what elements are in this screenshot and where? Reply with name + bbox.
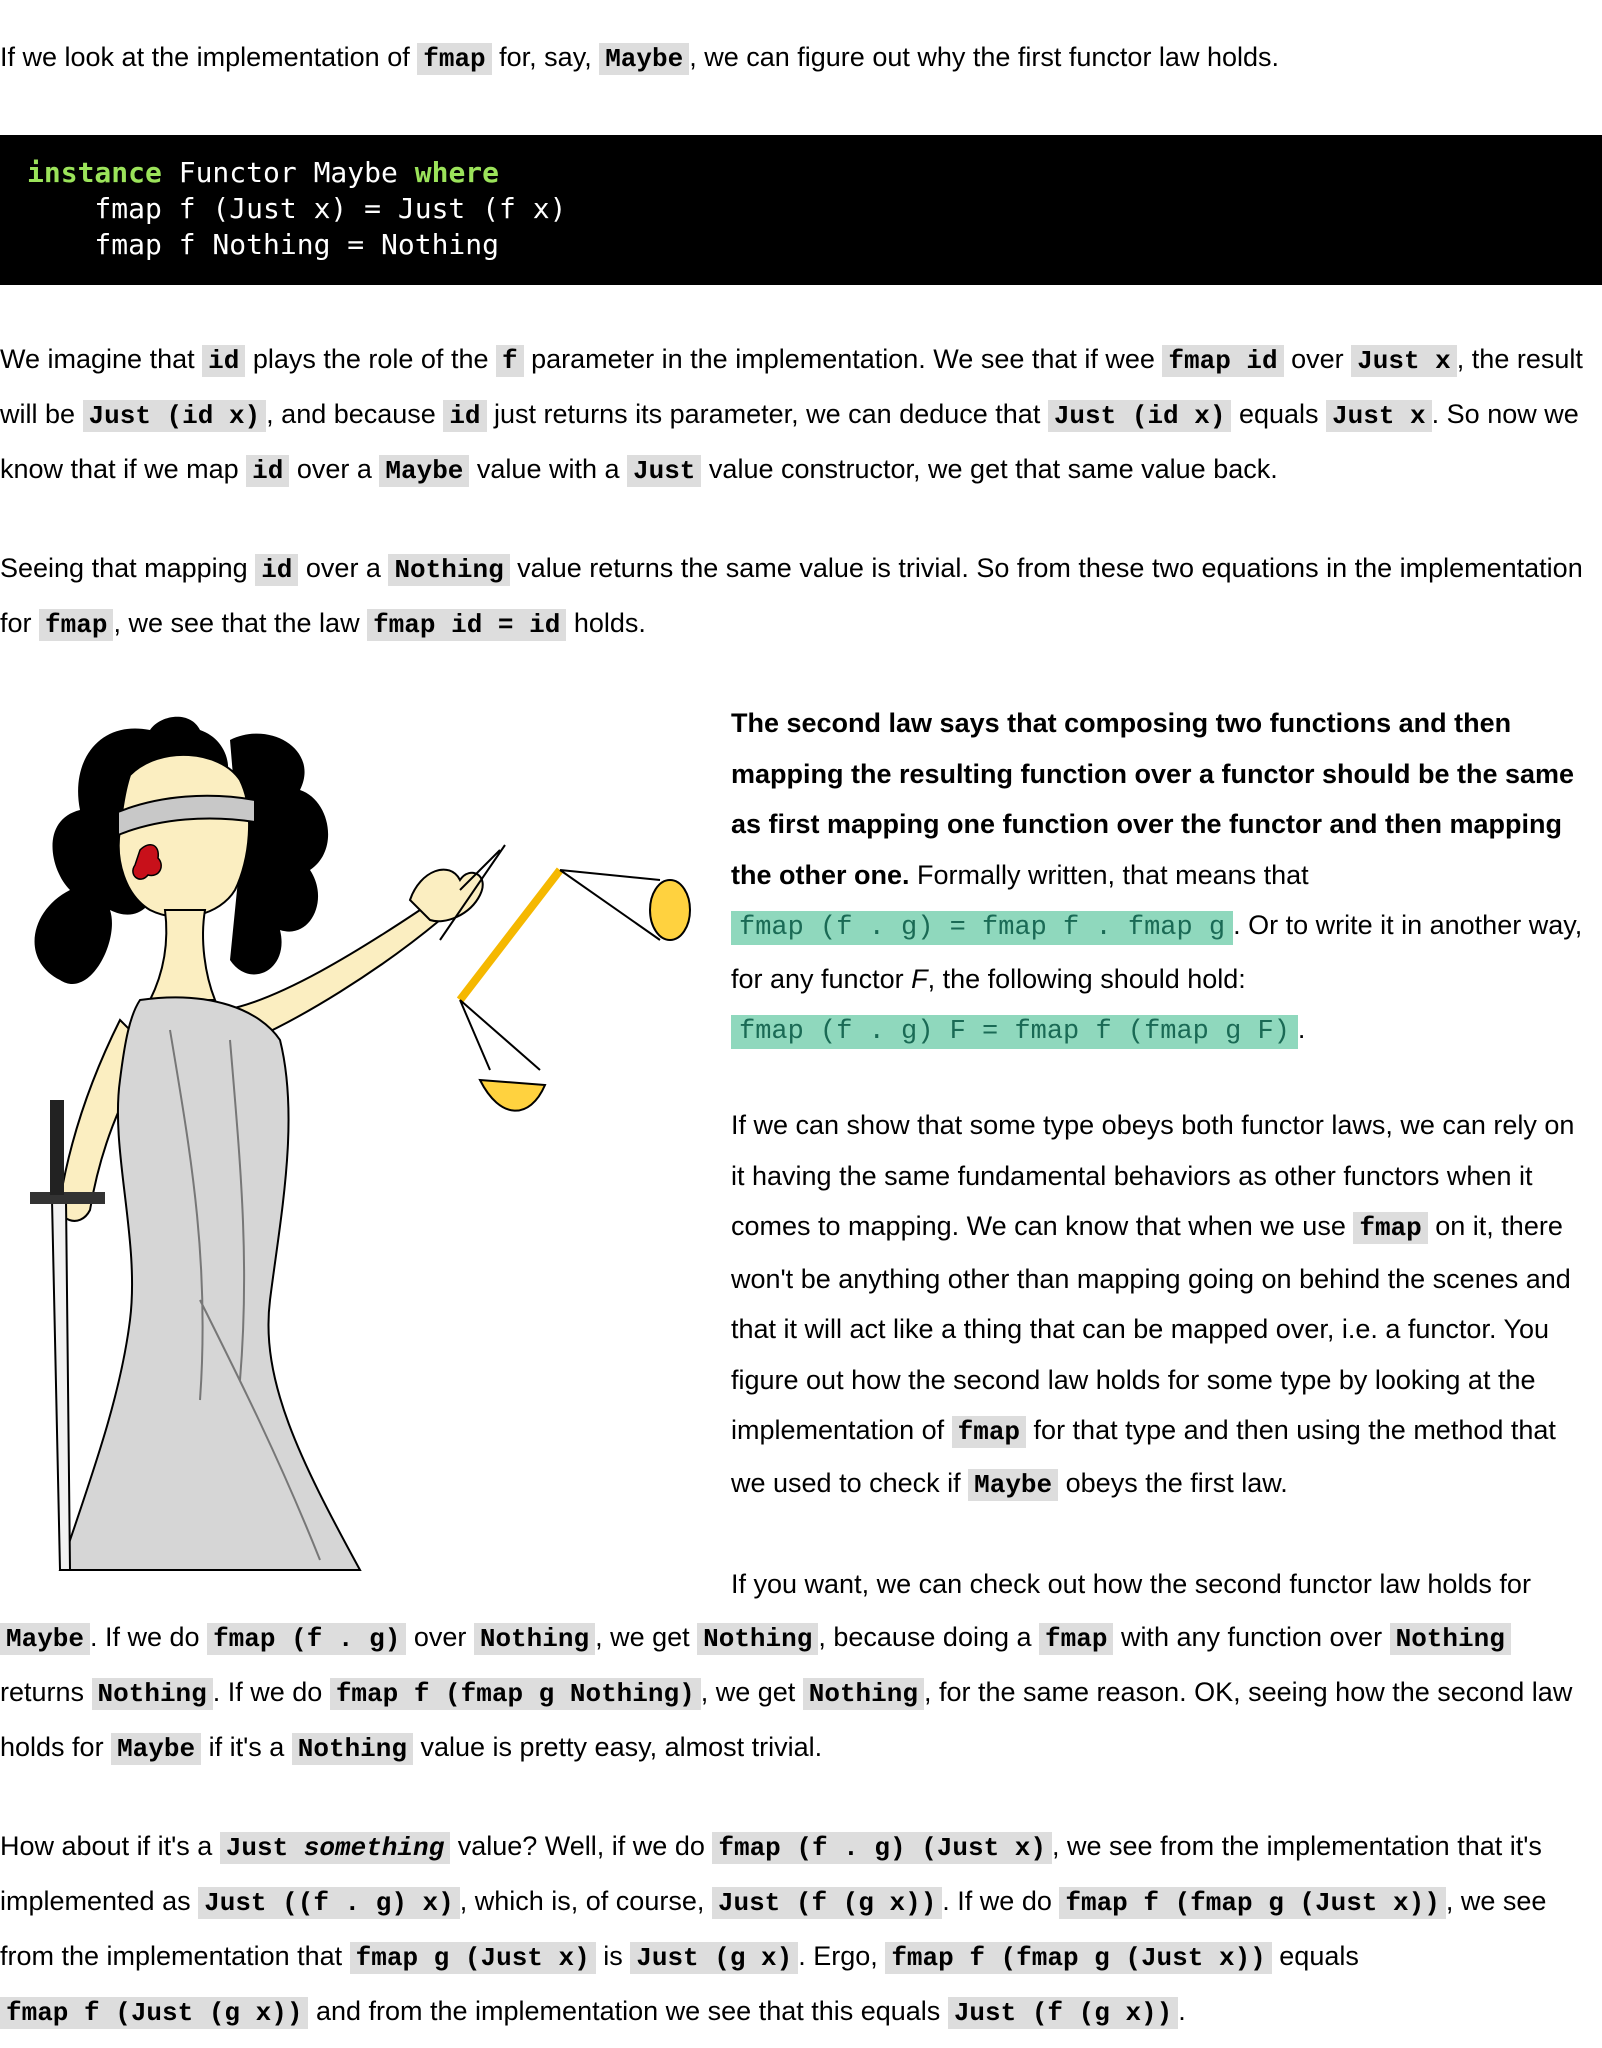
inline-code: Just (f (g x)) [947,1997,1179,2029]
inline-code: Just (id x) [82,400,267,432]
lady-justice-illustration [30,716,691,1571]
paragraph-second-law-nothing: Maybe. If we do fmap (f . g) over Nothin… [0,1622,1573,1765]
inline-code: id [443,400,487,432]
paragraph-identity-nothing: Seeing that mapping id over a Nothing va… [0,553,1583,641]
inline-code: id [255,554,299,586]
inline-code: Nothing [802,1678,924,1710]
inline-code: fmap (f . g) (Just x) [712,1832,1053,1864]
inline-code: Just x [1351,345,1457,377]
paragraph-second-law-nothing-intro: If you want, we can check out how the se… [731,1569,1531,1599]
inline-code: id [246,455,290,487]
inline-code: fmap [417,43,492,75]
inline-code: Just (f (g x)) [711,1887,943,1919]
inline-code: Just (id x) [1047,400,1232,432]
inline-code: Maybe [379,455,470,487]
inline-code: fmap id = id [367,609,567,641]
inline-code: Just ((f . g) x) [198,1887,460,1919]
inline-code: Just [627,455,702,487]
inline-code: Nothing [388,554,510,586]
inline-code: Maybe [599,43,690,75]
code-block: instance Functor Maybe where fmap f (Jus… [0,135,1602,285]
inline-code: fmap f (fmap g Nothing) [329,1678,701,1710]
inline-code: Maybe [111,1733,202,1765]
inline-code: fmap (f . g) [207,1623,407,1655]
inline-code: Nothing [697,1623,819,1655]
inline-code: Nothing [91,1678,213,1710]
paragraph-second-law-just: How about if it's a Just something value… [0,1831,1547,2029]
inline-code: Just x [1326,400,1432,432]
paragraph-second-law: The second law says that composing two f… [731,708,1583,1049]
inline-code: fmap [951,1416,1027,1448]
inline-code: fmap [1039,1623,1114,1655]
inline-code: Maybe [0,1623,91,1655]
intro-paragraph: If we look at the implementation of fmap… [0,42,1279,75]
inline-code: id [202,345,246,377]
inline-code: fmap id [1162,345,1284,377]
inline-code: Nothing [473,1623,596,1655]
inline-code: Just (g x) [630,1942,799,1974]
inline-code: fmap [1353,1212,1428,1244]
inline-code: f [495,345,524,377]
highlighted-formula: fmap (f . g) F = fmap f (fmap g F) [731,1015,1298,1049]
paragraph-functor-laws: If we can show that some type obeys both… [731,1110,1575,1501]
inline-code: Just something [219,1832,451,1864]
inline-code: fmap f (fmap g (Just x)) [885,1942,1272,1974]
inline-code: Nothing [291,1733,413,1765]
paragraph-identity-just: We imagine that id plays the role of the… [0,344,1583,487]
inline-code: fmap [39,609,114,641]
inline-code: fmap g (Just x) [349,1942,596,1974]
inline-code: Nothing [1389,1623,1511,1655]
inline-code: fmap f (Just (g x)) [0,1997,309,2029]
inline-code: fmap f (fmap g (Just x)) [1059,1887,1446,1919]
inline-code: Maybe [968,1468,1059,1501]
highlighted-formula: fmap (f . g) = fmap f . fmap g [731,911,1234,945]
